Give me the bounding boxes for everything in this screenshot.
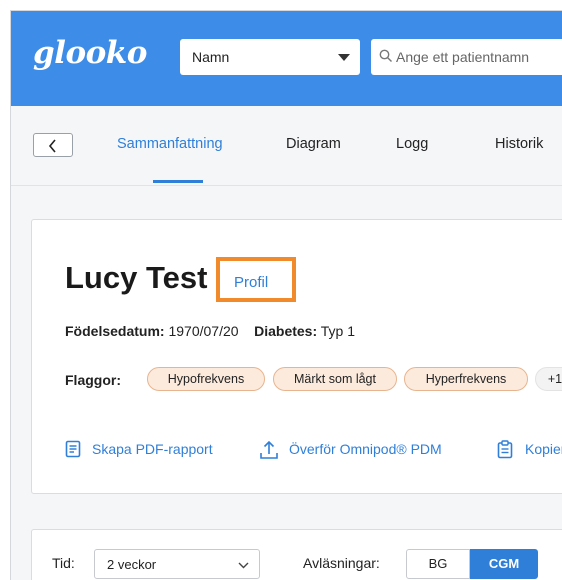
flag-tag: Hyperfrekvens [404,367,528,391]
tab-diagram[interactable]: Diagram [286,136,341,152]
diabetes-value: Typ 1 [320,323,356,339]
tab-historik[interactable]: Historik [495,136,543,152]
patient-search-input[interactable]: Ange ett patientnamn [371,39,562,75]
app-window: glooko Namn Ange ett patientnamn Sammanf… [10,10,562,580]
pdf-report-icon [65,440,81,458]
birthdate-label: Födelsedatum: [65,323,165,339]
caret-down-icon [338,54,350,61]
patient-name: Lucy Test [65,260,208,295]
search-icon [379,49,392,62]
diabetes-label: Diabetes: [254,323,318,339]
flag-tag: Hypofrekvens [147,367,265,391]
birthdate-value: 1970/07/20 [168,323,239,339]
create-pdf-button[interactable]: Skapa PDF-rapport [65,438,245,462]
filter-bar: Tid: 2 veckor Avläsningar: BG CGM [31,529,562,580]
create-pdf-label: Skapa PDF-rapport [92,441,213,457]
tab-logg[interactable]: Logg [396,136,428,152]
copy-label: Kopiera [525,441,562,457]
search-type-value: Namn [192,49,230,65]
time-period-value: 2 veckor [107,557,157,572]
upload-omnipod-button[interactable]: Överför Omnipod® PDM [259,438,479,462]
flag-tag: Märkt som lågt [273,367,397,391]
time-label: Tid: [52,555,75,571]
readings-cgm-toggle[interactable]: CGM [470,549,538,579]
copy-button[interactable]: Kopiera [497,438,562,462]
flags-more-tag[interactable]: +1 [535,367,562,391]
time-period-select[interactable]: 2 veckor [94,549,260,579]
flags-label: Flaggor: [65,372,121,388]
profile-link-highlight: Profil [216,257,296,302]
clipboard-icon [497,440,513,459]
patient-summary-card: Lucy Test Profil Födelsedatum: 1970/07/2… [31,219,562,494]
readings-bg-toggle[interactable]: BG [406,549,470,579]
glooko-logo[interactable]: glooko [33,35,147,71]
upload-icon [260,440,278,459]
patient-nav: Sammanfattning Diagram Logg Historik [11,106,562,186]
search-placeholder: Ange ett patientnamn [396,49,530,65]
search-type-select[interactable]: Namn [180,39,360,75]
chevron-left-icon [48,139,56,153]
chevron-down-icon [238,562,249,569]
active-tab-indicator [153,180,203,183]
top-header: glooko Namn Ange ett patientnamn [11,11,562,106]
readings-label: Avläsningar: [303,555,380,571]
patient-info-line: Födelsedatum: 1970/07/20 Diabetes: Typ 1 [65,323,355,339]
profile-link[interactable]: Profil [234,274,268,291]
upload-omnipod-label: Överför Omnipod® PDM [289,441,442,457]
tab-sammanfattning[interactable]: Sammanfattning [117,136,223,152]
back-button[interactable] [33,133,73,157]
